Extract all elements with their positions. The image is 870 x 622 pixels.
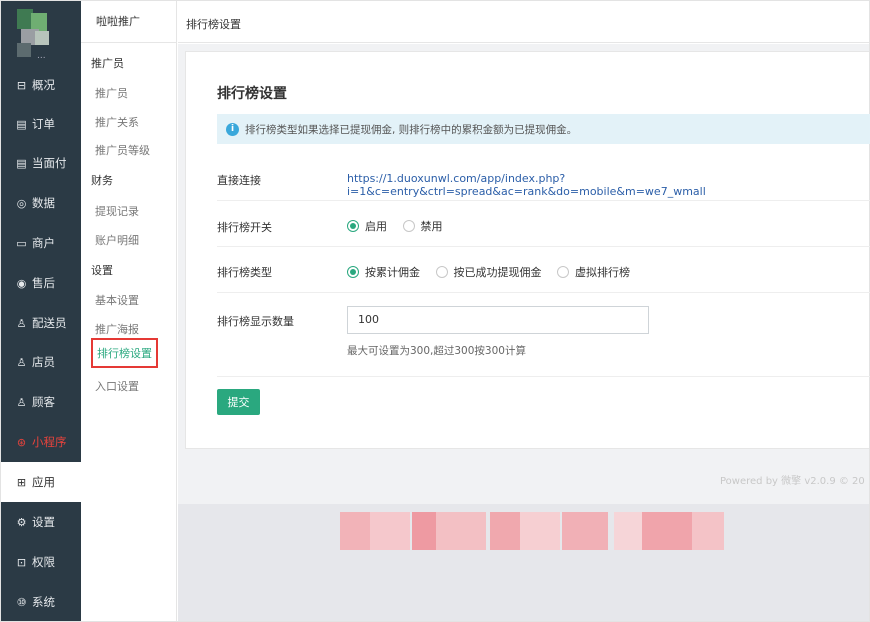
avatar-more: ... xyxy=(37,51,46,61)
nav-label: 设置 xyxy=(32,515,55,529)
customer-icon: ♙ xyxy=(16,395,27,409)
type-row: 排行榜类型 按累计佣金 按已成功提现佣金 虚拟排行榜 xyxy=(217,247,870,293)
nav-label: 概况 xyxy=(32,78,55,92)
radio-virtual-rank[interactable]: 虚拟排行榜 xyxy=(557,264,630,280)
courier-icon: ♙ xyxy=(16,316,27,330)
submenu-title: 啦啦推广 xyxy=(81,1,176,43)
nav-label: 应用 xyxy=(32,475,55,489)
page-title: 排行榜设置 xyxy=(217,86,287,102)
nav-item-after-sale[interactable]: ◉ 售后 xyxy=(1,263,81,303)
nav-label: 系统 xyxy=(32,595,55,609)
radio-label: 按累计佣金 xyxy=(365,266,420,279)
submenu-group-finance: 财务 xyxy=(91,174,113,187)
radio-enable[interactable]: 启用 xyxy=(347,218,387,234)
nav-item-data[interactable]: ◎ 数据 xyxy=(1,183,81,223)
nav-item-customer[interactable]: ♙ 顾客 xyxy=(1,382,81,422)
nav-item-settings[interactable]: ⚙ 设置 xyxy=(1,502,81,542)
nav-item-courier[interactable]: ♙ 配送员 xyxy=(1,303,81,343)
face-pay-icon: ▤ xyxy=(16,156,27,170)
submenu-group-promoter: 推广员 xyxy=(91,57,124,70)
submenu-link-poster[interactable]: 推广海报 xyxy=(95,321,139,337)
powered-by: Powered by 微擎 v2.0.9 © 20 xyxy=(720,476,865,487)
info-icon: i xyxy=(226,122,239,136)
type-label: 排行榜类型 xyxy=(217,266,272,279)
nav-label: 商户 xyxy=(32,236,55,250)
submenu-link-relation[interactable]: 推广关系 xyxy=(95,114,139,130)
nav-label: 订单 xyxy=(32,117,55,131)
main-sidebar: ... ⊟ 概况 ▤ 订单 ▤ 当面付 ◎ 数据 ▭ 商户 ◉ 售后 ♙ 配送员… xyxy=(1,1,81,621)
submenu-link-entry[interactable]: 入口设置 xyxy=(95,378,139,394)
info-alert: i 排行榜类型如果选择已提现佣金, 则排行榜中的累积金额为已提现佣金。 xyxy=(217,114,870,144)
nav-item-miniprogram[interactable]: ⊛ 小程序 xyxy=(1,422,81,462)
nav-item-merchant[interactable]: ▭ 商户 xyxy=(1,223,81,263)
submenu-link-withdraw[interactable]: 提现记录 xyxy=(95,203,139,219)
nav-item-face-pay[interactable]: ▤ 当面付 xyxy=(1,143,81,183)
radio-total-commission[interactable]: 按累计佣金 xyxy=(347,264,420,280)
switch-row: 排行榜开关 启用 禁用 xyxy=(217,201,870,247)
submenu-link-promoter[interactable]: 推广员 xyxy=(95,85,128,101)
nav-label: 小程序 xyxy=(32,435,67,449)
overview-icon: ⊟ xyxy=(16,78,27,92)
submenu: 啦啦推广 推广员 推广员 推广关系 推广员等级 财务 提现记录 账户明细 设置 … xyxy=(81,1,177,621)
nav-item-apps[interactable]: ⊞ 应用 xyxy=(1,462,81,502)
data-icon: ◎ xyxy=(16,196,27,210)
count-row: 排行榜显示数量 100 最大可设置为300,超过300按300计算 xyxy=(217,293,870,377)
order-icon: ▤ xyxy=(16,117,27,131)
submenu-link-rank[interactable]: 排行榜设置 xyxy=(91,338,158,368)
nav-item-permission[interactable]: ⊡ 权限 xyxy=(1,542,81,582)
page-header: 排行榜设置 xyxy=(178,1,869,43)
submenu-link-level[interactable]: 推广员等级 xyxy=(95,142,150,158)
miniprogram-icon: ⊛ xyxy=(16,435,27,449)
radio-circle-checked xyxy=(347,220,359,232)
radio-disable[interactable]: 禁用 xyxy=(402,218,443,234)
submenu-link-basic[interactable]: 基本设置 xyxy=(95,292,139,308)
settings-panel: 排行榜设置 i 排行榜类型如果选择已提现佣金, 则排行榜中的累积金额为已提现佣金… xyxy=(185,51,870,449)
nav-item-order[interactable]: ▤ 订单 xyxy=(1,104,81,144)
direct-link-row: 直接连接 https://1.duoxunwl.com/app/index.ph… xyxy=(217,155,870,201)
radio-circle-checked xyxy=(347,266,359,278)
radio-withdrawn-commission[interactable]: 按已成功提现佣金 xyxy=(435,264,542,280)
radio-circle xyxy=(435,266,448,278)
count-input[interactable]: 100 xyxy=(347,306,649,334)
type-options: 按累计佣金 按已成功提现佣金 虚拟排行榜 xyxy=(347,264,642,281)
nav-label: 当面付 xyxy=(32,156,67,170)
nav-label: 顾客 xyxy=(32,395,55,409)
apps-icon: ⊞ xyxy=(16,475,27,489)
submenu-group-settings: 设置 xyxy=(91,264,113,277)
radio-label: 启用 xyxy=(365,220,387,233)
alert-text: 排行榜类型如果选择已提现佣金, 则排行榜中的累积金额为已提现佣金。 xyxy=(245,123,578,136)
radio-label: 禁用 xyxy=(420,220,443,233)
radio-circle xyxy=(557,266,569,278)
settings-icon: ⚙ xyxy=(16,515,27,529)
direct-link-url[interactable]: https://1.duoxunwl.com/app/index.php?i=1… xyxy=(347,172,870,198)
nav-label: 售后 xyxy=(32,276,55,290)
radio-label: 虚拟排行榜 xyxy=(575,266,630,279)
lock-icon: ⊡ xyxy=(16,555,27,569)
nav-item-system[interactable]: ⑩ 系统 xyxy=(1,582,81,622)
nav-label: 配送员 xyxy=(32,316,67,330)
switch-options: 启用 禁用 xyxy=(347,218,455,235)
system-icon: ⑩ xyxy=(16,595,27,609)
radio-label: 按已成功提现佣金 xyxy=(453,266,542,279)
clerk-icon: ♙ xyxy=(16,355,27,369)
direct-link-label: 直接连接 xyxy=(217,174,261,187)
nav-label: 数据 xyxy=(32,196,55,210)
nav-item-clerk[interactable]: ♙ 店员 xyxy=(1,342,81,382)
switch-label: 排行榜开关 xyxy=(217,221,272,234)
radio-circle xyxy=(402,220,415,232)
submit-button[interactable]: 提交 xyxy=(217,389,260,415)
nav-label: 权限 xyxy=(32,555,55,569)
nav-item-overview[interactable]: ⊟ 概况 xyxy=(1,65,81,105)
count-label: 排行榜显示数量 xyxy=(217,315,294,328)
count-hint: 最大可设置为300,超过300按300计算 xyxy=(347,345,526,357)
merchant-icon: ▭ xyxy=(16,236,27,250)
submenu-link-account[interactable]: 账户明细 xyxy=(95,232,139,248)
breadcrumb: 排行榜设置 xyxy=(186,18,241,31)
after-sale-icon: ◉ xyxy=(16,276,27,290)
blurred-watermark xyxy=(340,512,724,550)
nav-label: 店员 xyxy=(32,355,55,369)
